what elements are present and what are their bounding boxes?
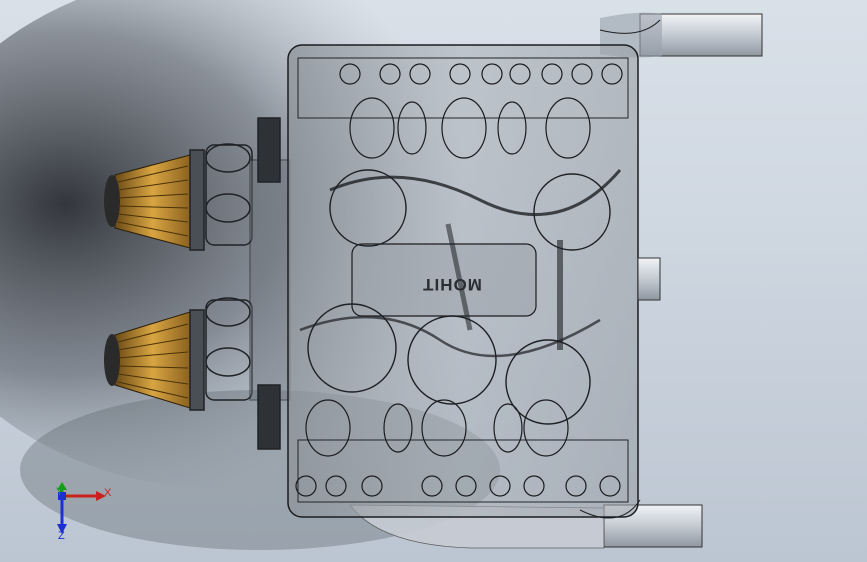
model-name-engraving: MOHIT (422, 275, 482, 294)
triad-y-label: Y (56, 486, 64, 498)
triad-z-label: Z (58, 530, 65, 542)
graphics-viewport[interactable]: MOHIT (0, 0, 867, 562)
triad-x-label: X (104, 487, 112, 499)
